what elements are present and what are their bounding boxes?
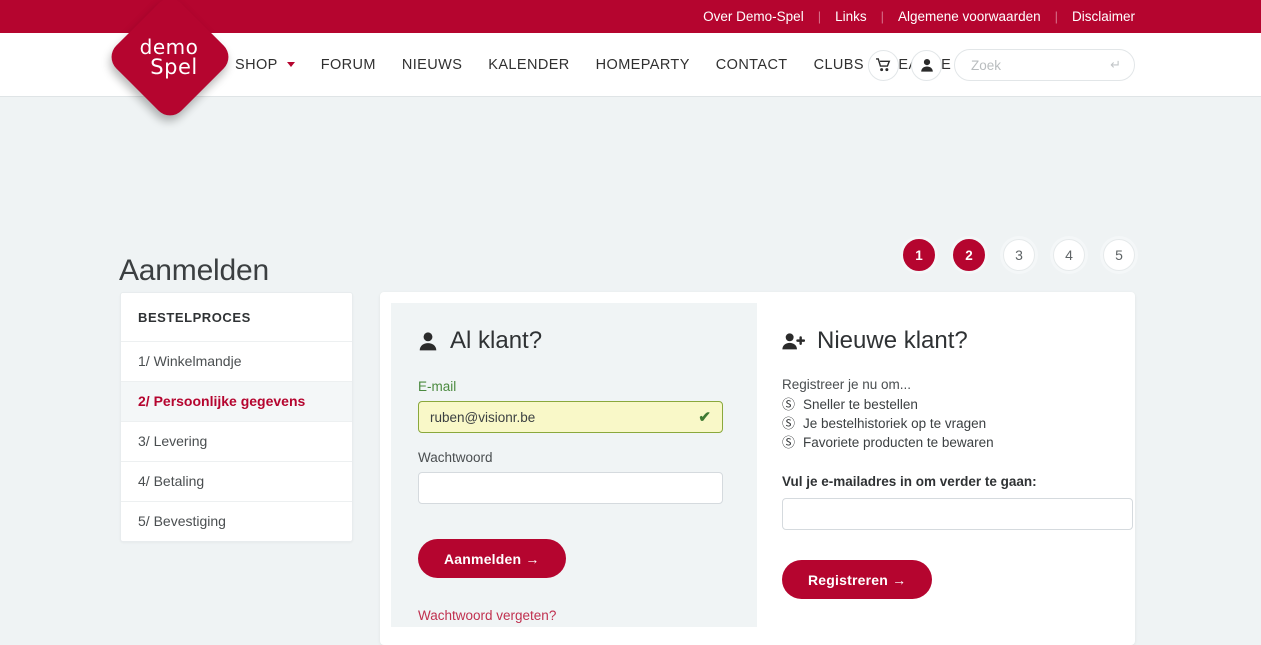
benefit-item: Ⓢ Je bestelhistoriek op te vragen: [782, 416, 1135, 431]
benefit-item: Ⓢ Sneller te bestellen: [782, 397, 1135, 412]
login-panel: Al klant? E-mail ✔ Wachtwoord Aanmelden …: [391, 303, 757, 627]
utility-separator: |: [1054, 9, 1058, 24]
register-email-prompt: Vul je e-mailadres in om verder te gaan:: [782, 474, 1037, 489]
utility-separator: |: [817, 9, 822, 24]
benefit-label: Sneller te bestellen: [803, 397, 918, 412]
login-button-wrap: Aanmelden →: [418, 539, 730, 578]
site-logo[interactable]: demo Spel: [104, 0, 236, 123]
page-title: Aanmelden: [119, 254, 269, 288]
register-intro: Registreer je nu om...: [782, 377, 912, 392]
check-circle-icon: Ⓢ: [782, 435, 796, 450]
register-button[interactable]: Registreren →: [782, 560, 933, 599]
login-button[interactable]: Aanmelden →: [418, 539, 566, 578]
cart-button[interactable]: [868, 49, 899, 81]
password-label: Wachtwoord: [418, 450, 493, 465]
sidebar-heading: BESTELPROCES: [121, 293, 352, 342]
forgot-password-link[interactable]: Wachtwoord vergeten?: [418, 608, 556, 623]
header-actions: ↵: [868, 33, 1135, 97]
page-body: Aanmelden 1 2 3 4 5 BESTELPROCES 1/ Wink…: [0, 97, 1261, 645]
utility-link-disclaimer[interactable]: Disclaimer: [1072, 9, 1135, 24]
nav-item-kalender[interactable]: KALENDER: [475, 57, 582, 73]
step-1[interactable]: 1: [903, 239, 935, 271]
step-5[interactable]: 5: [1103, 239, 1135, 271]
utility-separator: |: [880, 9, 884, 24]
check-icon: ✔: [698, 409, 711, 426]
account-button[interactable]: [911, 49, 942, 81]
register-panel-heading: Nieuwe klant?: [782, 327, 1135, 355]
step-3[interactable]: 3: [1003, 239, 1035, 271]
password-input[interactable]: [418, 472, 723, 504]
benefit-label: Favoriete producten te bewaren: [803, 435, 994, 450]
email-input[interactable]: [418, 401, 723, 433]
email-label: E-mail: [418, 379, 457, 394]
benefit-label: Je bestelhistoriek op te vragen: [803, 416, 987, 431]
chevron-down-icon: [286, 62, 295, 67]
user-icon: [419, 332, 437, 351]
register-panel-title: Nieuwe klant?: [817, 327, 968, 354]
nav-item-label: SHOP: [235, 56, 278, 73]
benefit-item: Ⓢ Favoriete producten te bewaren: [782, 435, 1135, 450]
search-box[interactable]: ↵: [954, 49, 1135, 81]
sidebar-item-bevestiging[interactable]: 5/ Bevestiging: [121, 502, 352, 541]
enter-key-icon: ↵: [1110, 57, 1121, 72]
register-button-wrap: Registreren →: [782, 560, 1135, 599]
password-field-wrap: [418, 472, 723, 504]
step-4[interactable]: 4: [1053, 239, 1085, 271]
user-icon: [920, 59, 933, 72]
site-header: demo Spel SHOP FORUM NIEUWS KALENDER HOM…: [0, 0, 1261, 123]
register-email-input[interactable]: [782, 498, 1133, 530]
step-indicator: 1 2 3 4 5: [903, 239, 1135, 271]
login-panel-title: Al klant?: [450, 327, 543, 354]
nav-item-homeparty[interactable]: HOMEPARTY: [583, 57, 703, 73]
nav-item-contact[interactable]: CONTACT: [703, 57, 801, 73]
main-navigation: SHOP FORUM NIEUWS KALENDER HOMEPARTY CON…: [235, 57, 964, 73]
register-panel: Nieuwe klant? Registreer je nu om... Ⓢ S…: [757, 292, 1135, 645]
search-input[interactable]: [969, 56, 1104, 74]
nav-item-clubs[interactable]: CLUBS: [801, 57, 877, 73]
nav-item-nieuws[interactable]: NIEUWS: [389, 57, 475, 73]
step-2[interactable]: 2: [953, 239, 985, 271]
shopping-cart-icon: [876, 58, 891, 72]
utility-link-over[interactable]: Over Demo-Spel: [703, 9, 804, 24]
email-field-wrap: ✔: [418, 401, 723, 433]
sidebar-item-persoonlijke-gegevens[interactable]: 2/ Persoonlijke gegevens: [121, 382, 352, 422]
check-circle-icon: Ⓢ: [782, 397, 796, 412]
sidebar-item-betaling[interactable]: 4/ Betaling: [121, 462, 352, 502]
utility-link-voorwaarden[interactable]: Algemene voorwaarden: [898, 9, 1041, 24]
nav-item-forum[interactable]: FORUM: [308, 57, 389, 73]
login-panel-heading: Al klant?: [418, 327, 730, 355]
check-circle-icon: Ⓢ: [782, 416, 796, 431]
sidebar-item-levering[interactable]: 3/ Levering: [121, 422, 352, 462]
nav-item-shop[interactable]: SHOP: [235, 57, 308, 73]
sidebar-item-winkelmandje[interactable]: 1/ Winkelmandje: [121, 342, 352, 382]
utility-link-links[interactable]: Links: [835, 9, 867, 24]
user-plus-icon: [782, 333, 805, 350]
order-process-sidebar: BESTELPROCES 1/ Winkelmandje 2/ Persoonl…: [120, 292, 353, 542]
account-card: Al klant? E-mail ✔ Wachtwoord Aanmelden …: [380, 292, 1135, 645]
